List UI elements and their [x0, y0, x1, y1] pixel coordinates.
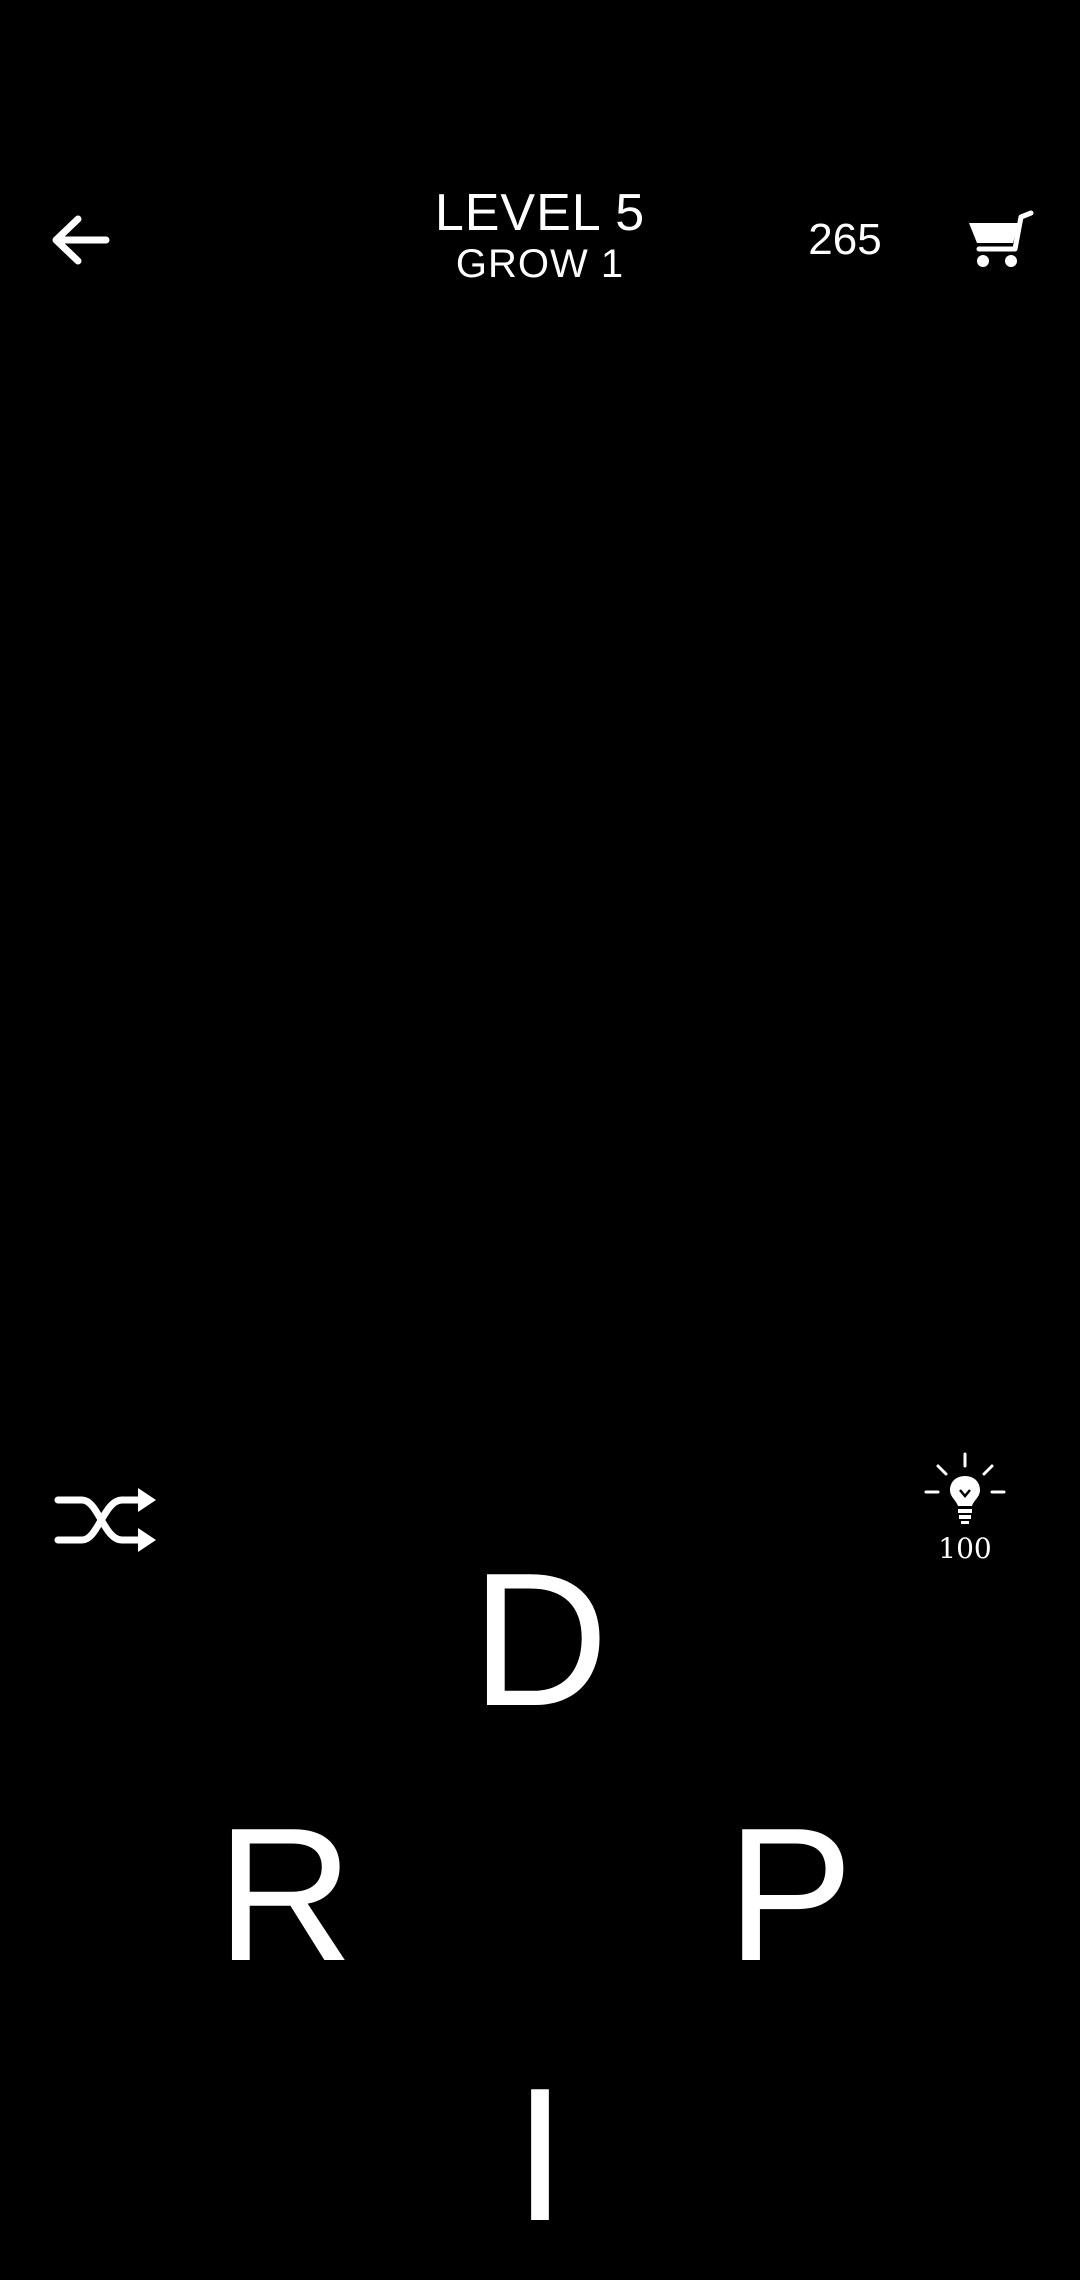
wheel-letter[interactable]: D: [450, 1545, 630, 1735]
back-arrow-icon: [52, 215, 110, 265]
lightbulb-icon: [924, 1452, 1006, 1524]
back-button[interactable]: [40, 205, 120, 275]
level-subtitle: GROW 1: [455, 242, 625, 286]
hint-cost: 100: [938, 1532, 992, 1565]
level-header: LEVEL 5 GROW 1: [340, 185, 740, 295]
shuffle-icon: [54, 1488, 156, 1552]
shop-button[interactable]: [960, 205, 1040, 275]
shopping-cart-icon: [969, 210, 1034, 267]
level-title: LEVEL 5: [434, 184, 646, 242]
wheel-letter[interactable]: I: [450, 2060, 630, 2250]
hint-button[interactable]: 100: [910, 1450, 1020, 1580]
shuffle-button[interactable]: [45, 1480, 165, 1560]
wheel-letter[interactable]: R: [195, 1800, 375, 1990]
wheel-letter[interactable]: P: [700, 1800, 880, 1990]
coin-count: 265: [808, 215, 882, 264]
